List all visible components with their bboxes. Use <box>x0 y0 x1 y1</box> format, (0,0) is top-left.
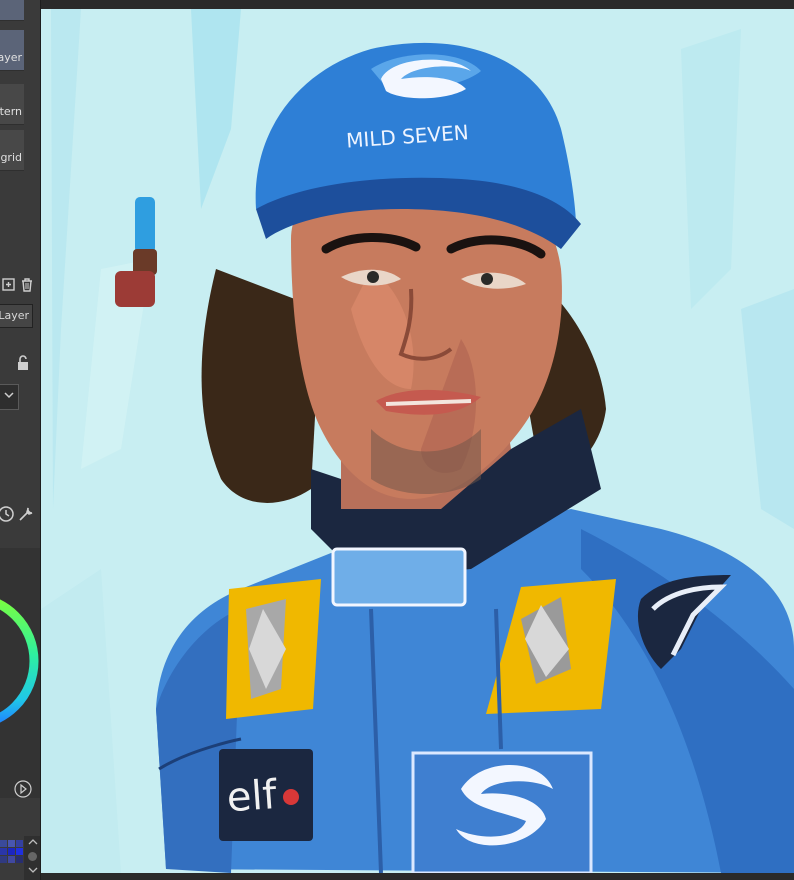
sub-tool-item-grid[interactable]: grid <box>0 130 24 171</box>
drawing-canvas[interactable]: MILD SEVEN elf <box>41 9 794 873</box>
lock-icon[interactable] <box>14 355 32 373</box>
sub-tool-item[interactable] <box>0 0 24 21</box>
collar-badge <box>331 547 467 607</box>
scroll-thumb[interactable] <box>28 852 37 861</box>
blend-mode-dropdown[interactable] <box>0 384 19 410</box>
scroll-down-icon[interactable] <box>24 864 40 880</box>
tab-layer[interactable]: Layer <box>0 304 33 328</box>
chevron-down-icon <box>0 388 18 406</box>
sub-tool-label-grid: grid <box>0 151 22 164</box>
play-icon[interactable] <box>14 780 32 798</box>
history-icon[interactable] <box>0 505 15 523</box>
new-layer-icon[interactable] <box>0 277 18 295</box>
sub-tool-item-pattern[interactable]: pattern <box>0 84 24 125</box>
trash-icon[interactable] <box>18 277 36 295</box>
palette-scrollbar[interactable] <box>24 836 40 880</box>
left-tool-panel: Layer pattern grid Layer <box>0 0 41 880</box>
sub-tool-label-pattern: pattern <box>0 105 22 118</box>
color-wheel-panel <box>0 548 40 798</box>
painting: MILD SEVEN elf <box>41 9 794 873</box>
sub-tool-label-layer: Layer <box>0 51 22 64</box>
canvas-top-bar <box>41 0 794 9</box>
tab-layer-label: Layer <box>0 309 29 322</box>
wrench-icon[interactable] <box>17 505 35 523</box>
color-daub-red <box>115 271 155 307</box>
sub-tool-item-layer[interactable]: Layer <box>0 30 24 71</box>
canvas-bottom-bar <box>41 873 794 880</box>
elf-text: elf <box>225 772 279 821</box>
color-daub-blue <box>135 197 155 253</box>
color-wheel[interactable] <box>0 576 40 736</box>
